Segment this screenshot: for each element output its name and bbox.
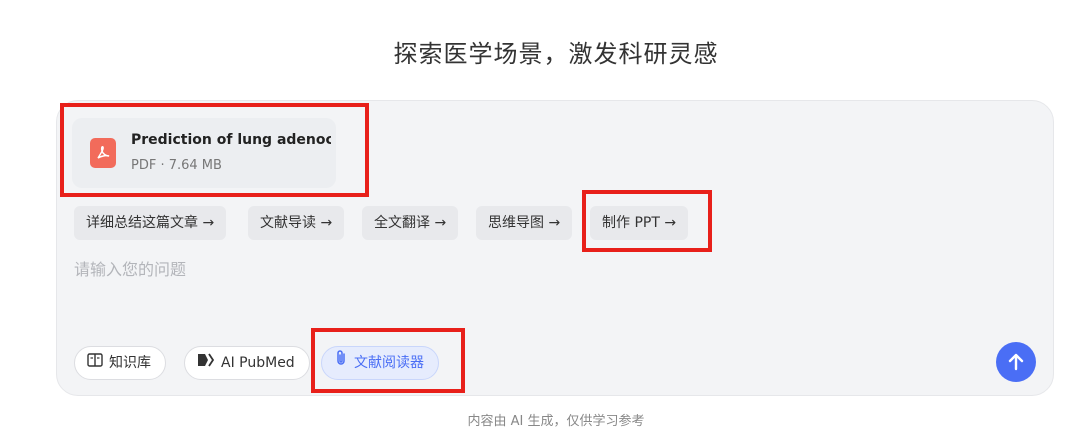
highlight-box-file — [60, 103, 369, 197]
action-guide-reading[interactable]: 文献导读 → — [248, 206, 345, 240]
highlight-box-reader — [311, 328, 465, 393]
book-icon — [87, 347, 103, 379]
pubmed-icon — [197, 347, 215, 379]
knowledge-base-label: 知识库 — [109, 355, 151, 371]
ai-pubmed-button[interactable]: AI PubMed — [184, 346, 310, 380]
send-button[interactable] — [996, 342, 1036, 382]
disclaimer-text: 内容由 AI 生成，仅供学习参考 — [467, 414, 645, 429]
page-title: 探索医学场景，激发科研灵感 — [393, 40, 719, 68]
action-translate[interactable]: 全文翻译 → — [362, 206, 459, 240]
action-summarize[interactable]: 详细总结这篇文章 → — [74, 206, 227, 240]
ai-pubmed-label: AI PubMed — [221, 355, 295, 371]
arrow-up-icon — [1008, 353, 1024, 371]
action-mind-map[interactable]: 思维导图 → — [476, 206, 573, 240]
knowledge-base-button[interactable]: 知识库 — [74, 346, 166, 380]
highlight-box-ppt — [582, 190, 712, 252]
question-input[interactable]: 请输入您的问题 — [74, 256, 186, 280]
